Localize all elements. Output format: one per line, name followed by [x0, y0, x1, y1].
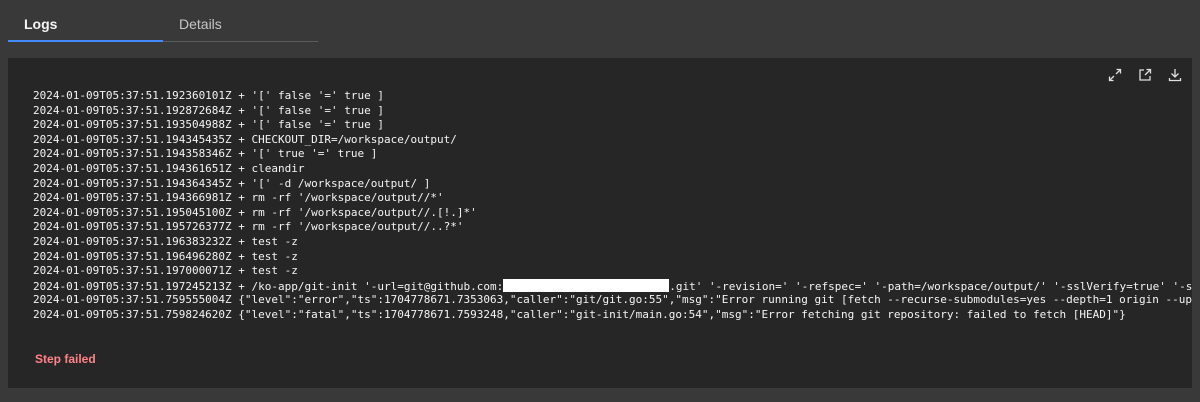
log-line: 2024-01-09T05:37:51.194358346Z + '[' tru… [33, 147, 378, 161]
log-line: 2024-01-09T05:37:51.194364345Z + '[' -d … [33, 176, 431, 190]
log-line: 2024-01-09T05:37:51.192360101Z + '[' fal… [33, 89, 384, 102]
log-line-prefix: 2024-01-09T05:37:51.197245213Z + /ko-app… [33, 279, 504, 293]
tab-logs[interactable]: Logs [8, 8, 163, 42]
log-line-error: 2024-01-09T05:37:51.759555004Z {"level":… [33, 293, 1192, 307]
download-icon[interactable] [1164, 64, 1186, 86]
log-line: 2024-01-09T05:37:51.195726377Z + rm -rf … [33, 220, 464, 234]
log-line: 2024-01-09T05:37:51.196383232Z + test -z [33, 234, 298, 248]
log-line: 2024-01-09T05:37:51.194361651Z + cleandi… [33, 161, 305, 175]
open-external-icon[interactable] [1134, 64, 1156, 86]
log-line: 2024-01-09T05:37:51.196496280Z + test -z [33, 249, 298, 263]
tab-details[interactable]: Details [163, 8, 318, 42]
log-toolbar [1104, 64, 1186, 86]
log-line: 2024-01-09T05:37:51.192872684Z + '[' fal… [33, 103, 384, 117]
step-status-text: Step failed [35, 352, 96, 366]
log-line: 2024-01-09T05:37:51.195045100Z + rm -rf … [33, 205, 477, 219]
log-line-fatal: 2024-01-09T05:37:51.759824620Z {"level":… [33, 307, 1126, 321]
log-panel: 2024-01-09T05:37:51.192360101Z + '[' fal… [8, 58, 1192, 388]
log-line: 2024-01-09T05:37:51.197000071Z + test -z [33, 264, 298, 278]
redacted-repo-name [503, 278, 670, 292]
log-line: 2024-01-09T05:37:51.194366981Z + rm -rf … [33, 191, 444, 205]
tab-bar: Logs Details [8, 8, 318, 42]
log-line-git-init: 2024-01-09T05:37:51.197245213Z + /ko-app… [33, 278, 1192, 294]
log-line: 2024-01-09T05:37:51.193504988Z + '[' fal… [33, 118, 384, 132]
log-line-suffix: .git' '-revision=' '-refspec=' '-path=/w… [669, 279, 1192, 293]
maximize-icon[interactable] [1104, 64, 1126, 86]
log-line: 2024-01-09T05:37:51.194345435Z + CHECKOU… [33, 132, 457, 146]
log-output: 2024-01-09T05:37:51.192360101Z + '[' fal… [33, 89, 1192, 323]
